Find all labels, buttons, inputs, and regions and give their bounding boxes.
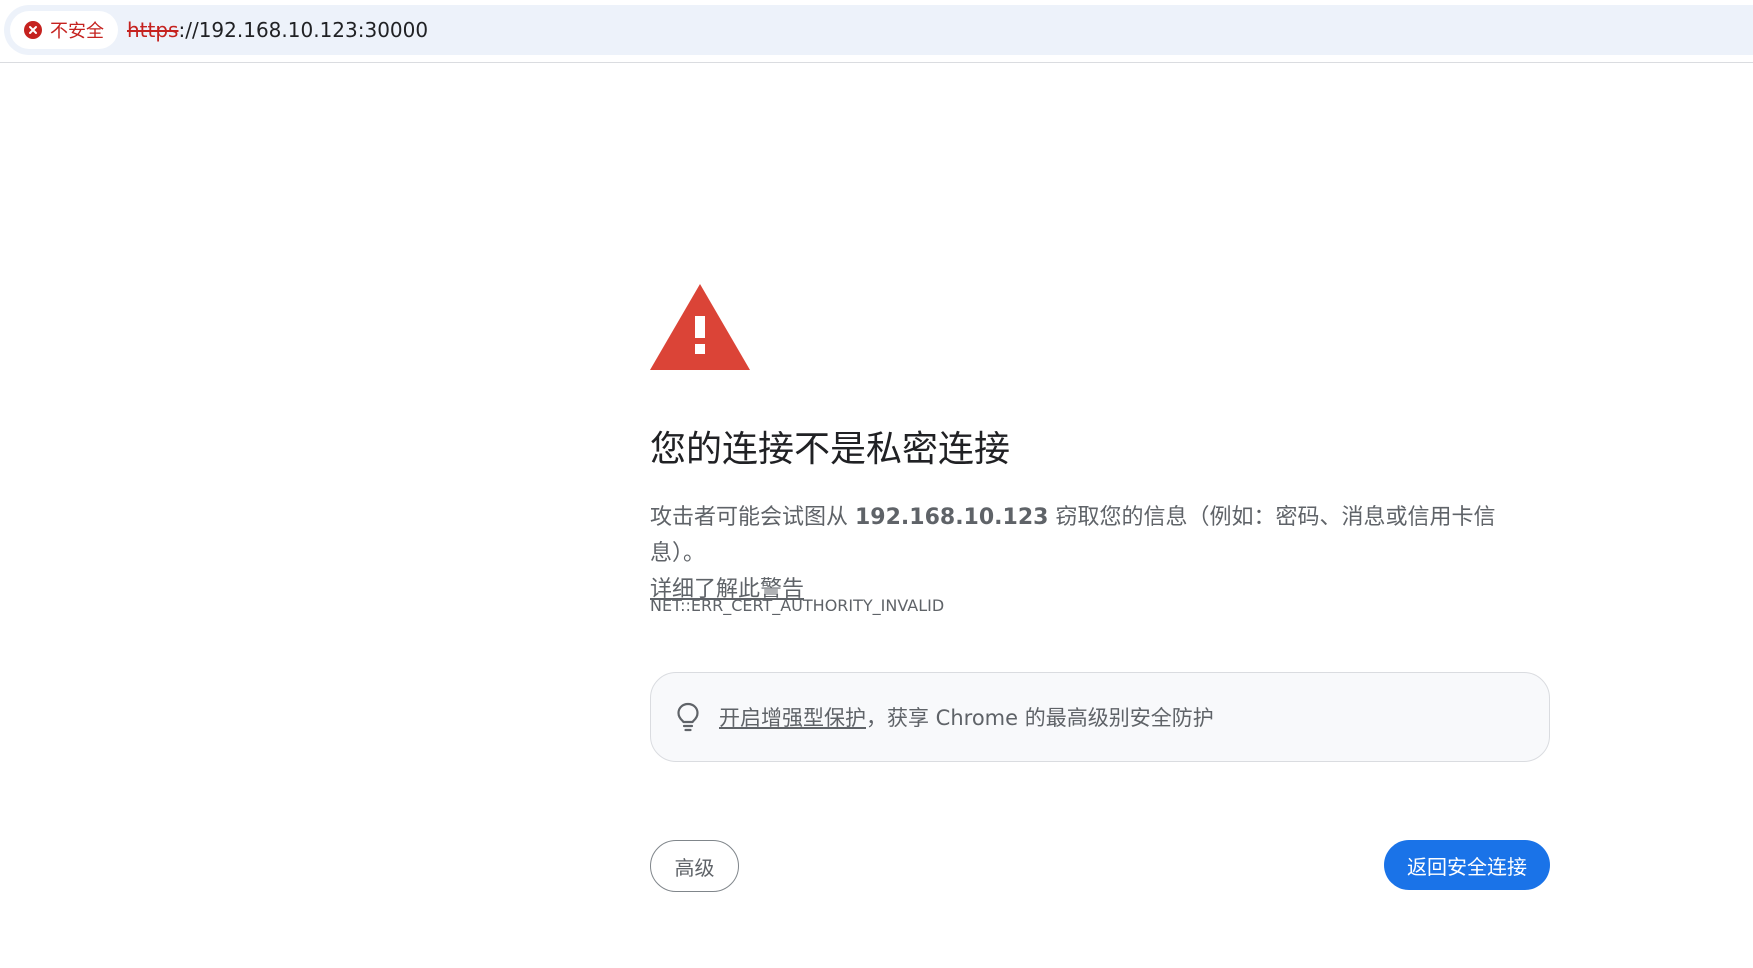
explanation-before: 攻击者可能会试图从 xyxy=(650,505,855,530)
error-circle-icon xyxy=(24,21,42,39)
security-indicator-chip[interactable]: 不安全 xyxy=(10,11,118,49)
warning-triangle-icon xyxy=(650,284,750,370)
omnibox[interactable]: 不安全 https://192.168.10.123:30000 xyxy=(4,5,1753,55)
page-title: 您的连接不是私密连接 xyxy=(650,429,1011,470)
enhanced-protection-box: 开启增强型保护，获享 Chrome 的最高级别安全防护 xyxy=(650,672,1550,762)
explanation-text: 攻击者可能会试图从 192.168.10.123 窃取您的信息（例如：密码、消息… xyxy=(650,500,1550,608)
enhanced-protection-desc: ，获享 Chrome 的最高级别安全防护 xyxy=(866,706,1214,730)
enhanced-protection-link[interactable]: 开启增强型保护 xyxy=(719,706,866,730)
back-to-safety-button[interactable]: 返回安全连接 xyxy=(1384,840,1550,890)
url-text[interactable]: https://192.168.10.123:30000 xyxy=(127,5,428,55)
address-bar: 不安全 https://192.168.10.123:30000 xyxy=(0,0,1753,63)
advanced-button[interactable]: 高级 xyxy=(650,840,739,892)
enhanced-protection-text: 开启增强型保护，获享 Chrome 的最高级别安全防护 xyxy=(719,702,1214,732)
error-code[interactable]: NET::ERR_CERT_AUTHORITY_INVALID xyxy=(650,596,944,616)
url-scheme: https xyxy=(127,18,179,42)
security-label: 不安全 xyxy=(50,21,104,42)
lightbulb-icon xyxy=(677,702,699,732)
host-name: 192.168.10.123 xyxy=(855,505,1049,530)
url-host: ://192.168.10.123:30000 xyxy=(178,18,429,42)
